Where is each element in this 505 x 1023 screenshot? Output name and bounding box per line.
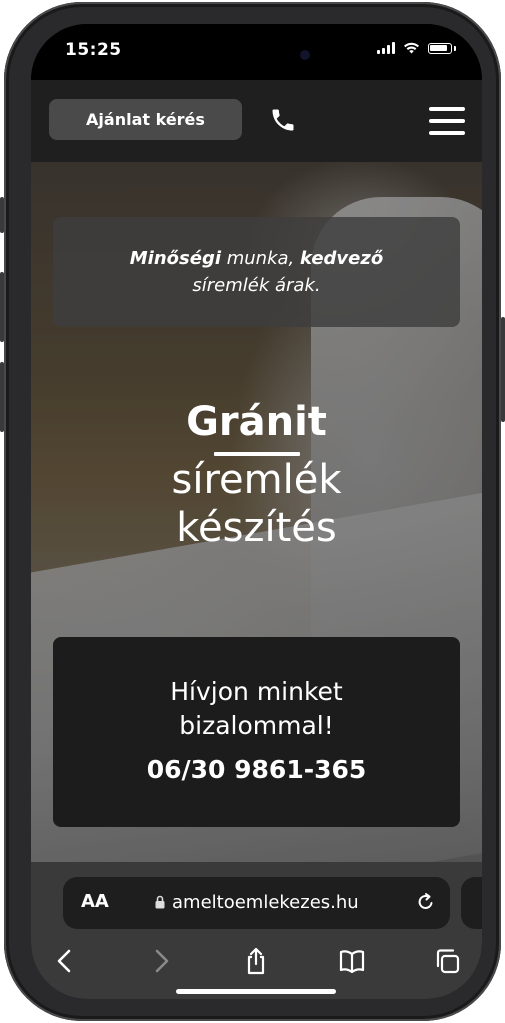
tagline-box: Minőségi munka, kedvező síremlék árak. — [53, 217, 460, 327]
phone-frame: 15:25 Ajánlat kérés Minőségi munka, kedv… — [0, 2, 505, 1021]
next-tab-preview[interactable] — [461, 877, 482, 929]
hamburger-menu-icon[interactable] — [429, 107, 465, 135]
screen: 15:25 Ajánlat kérés Minőségi munka, kedv… — [31, 24, 482, 999]
text-size-button[interactable]: AA — [81, 891, 109, 912]
headline-siremlek: síremlék — [171, 457, 342, 503]
battery-icon — [428, 42, 452, 54]
forward-icon[interactable] — [147, 947, 175, 975]
back-icon[interactable] — [51, 947, 79, 975]
signal-icon — [377, 42, 395, 54]
cta-line-2: bizalommal! — [179, 711, 334, 740]
browser-toolbar: AA ameltoemlekezes.hu — [31, 862, 482, 999]
headline-keszites: készítés — [176, 505, 337, 551]
home-indicator — [176, 989, 336, 994]
address-bar[interactable]: AA ameltoemlekezes.hu — [63, 877, 450, 929]
share-icon[interactable] — [242, 947, 270, 975]
cta-line-1: Hívjon minket — [170, 677, 343, 706]
status-time: 15:25 — [65, 40, 122, 60]
status-bar: 15:25 — [31, 24, 482, 80]
phone-icon[interactable] — [269, 106, 297, 134]
bookmarks-icon[interactable] — [338, 947, 366, 975]
cta-phone-number[interactable]: 06/30 9861-365 — [53, 755, 460, 784]
tagline-line-2: síremlék árak. — [192, 275, 321, 296]
power-button — [501, 317, 505, 422]
camera-icon — [300, 50, 310, 60]
url-text: ameltoemlekezes.hu — [172, 892, 359, 913]
silent-switch — [0, 197, 4, 233]
hero-headline: Gránit síremlék készítés — [31, 398, 482, 552]
call-to-action-box: Hívjon minket bizalommal! 06/30 9861-365 — [53, 637, 460, 827]
reload-icon[interactable] — [416, 892, 436, 912]
tagline-line-1: Minőségi munka, kedvező — [53, 245, 460, 272]
battery-tip — [454, 45, 456, 51]
lock-icon — [155, 895, 165, 909]
wifi-icon — [404, 42, 419, 54]
cta-text: Hívjon minket bizalommal! — [53, 675, 460, 743]
headline-granit: Gránit — [186, 399, 327, 445]
volume-up-button — [0, 272, 4, 342]
tabs-icon[interactable] — [433, 947, 461, 975]
tagline-bold-1: Minőségi — [129, 248, 222, 269]
tagline-text-1: munka, — [221, 248, 300, 269]
site-header: Ajánlat kérés — [31, 80, 482, 162]
volume-down-button — [0, 362, 4, 432]
hero-section: Minőségi munka, kedvező síremlék árak. G… — [31, 162, 482, 862]
quote-request-button[interactable]: Ajánlat kérés — [49, 99, 242, 140]
tagline-bold-2: kedvező — [300, 248, 384, 269]
status-icons — [377, 42, 456, 54]
dynamic-island — [203, 37, 330, 73]
